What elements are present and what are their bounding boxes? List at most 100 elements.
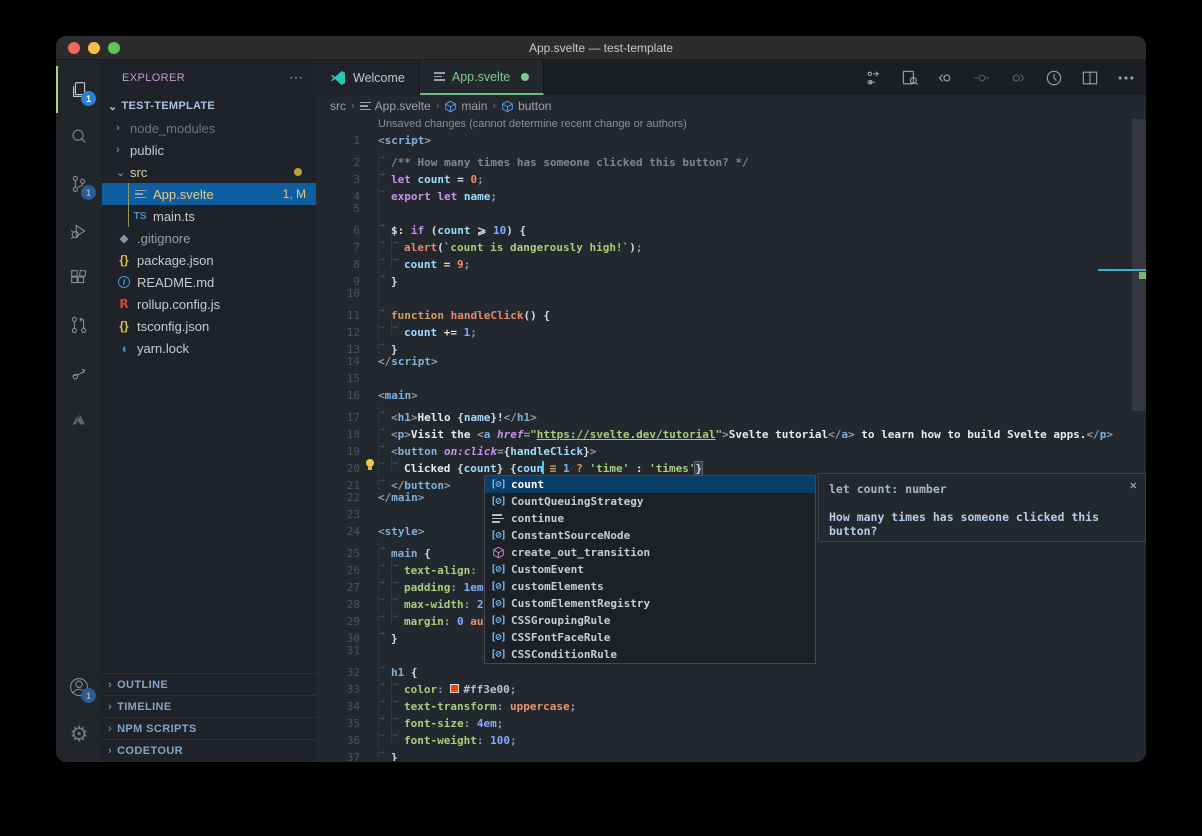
code-line-19[interactable]: 19→<button on:click={handleClick}> — [316, 438, 1146, 455]
suggestion-create_out_transition[interactable]: create_out_transition — [485, 544, 815, 561]
breadcrumb-item-main[interactable]: main — [444, 99, 487, 113]
code-line-12[interactable]: 12→→count += 1; — [316, 319, 1146, 336]
file-label: main.ts — [153, 209, 195, 224]
code-line-35[interactable]: 35→→font-size: 4em; — [316, 710, 1146, 727]
code-line-5[interactable]: 5 — [316, 200, 1146, 217]
editor-scrollbar[interactable] — [1132, 117, 1146, 761]
accounts-badge: 1 — [81, 688, 96, 703]
code-line-20[interactable]: 20→→Clicked {count} {coun ≡ 1 ? 'time' :… — [316, 455, 1146, 472]
file-row-src[interactable]: ⌄src — [102, 161, 316, 183]
editor-actions — [864, 60, 1136, 95]
file-row-main-ts[interactable]: TSmain.ts — [102, 205, 316, 227]
open-preview-icon[interactable] — [900, 68, 920, 88]
section-npm-scripts[interactable]: ›NPM SCRIPTS — [102, 717, 316, 739]
code-line-14[interactable]: 14</script> — [316, 353, 1146, 370]
tab-welcome[interactable]: Welcome — [316, 60, 420, 95]
suggestion-continue[interactable]: continue — [485, 510, 815, 527]
next-change-icon[interactable] — [1008, 68, 1028, 88]
suggestion-label: CustomElementRegistry — [511, 597, 650, 610]
close-window-button[interactable] — [68, 42, 80, 54]
code-line-9[interactable]: 9→} — [316, 268, 1146, 285]
timeline-icon[interactable] — [1044, 68, 1064, 88]
file-row-yarn-lock[interactable]: ◖yarn.lock — [102, 337, 316, 359]
suggestion-countqueuingstrategy[interactable]: [⊘]CountQueuingStrategy — [485, 493, 815, 510]
github-pr-icon[interactable] — [56, 301, 102, 348]
code-line-36[interactable]: 36→→font-weight: 100; — [316, 727, 1146, 744]
suggestion-cssgroupingrule[interactable]: [⊘]CSSGroupingRule — [485, 612, 815, 629]
tab-app-svelte[interactable]: App.svelte — [420, 60, 544, 95]
code-line-15[interactable]: 15 — [316, 370, 1146, 387]
autocomplete-widget: [⊘]count[⊘]CountQueuingStrategycontinue[… — [484, 475, 816, 664]
minimize-window-button[interactable] — [88, 42, 100, 54]
file-row-tsconfig-json[interactable]: {}tsconfig.json — [102, 315, 316, 337]
code-line-4[interactable]: 4→export let name; — [316, 183, 1146, 200]
title-bar[interactable]: App.svelte — test-template — [56, 36, 1146, 60]
traffic-lights — [68, 42, 120, 54]
explorer-more-actions-icon[interactable]: ⋯ — [289, 69, 304, 86]
modified-dot-icon — [521, 73, 529, 81]
suggestion-label: ConstantSourceNode — [511, 529, 630, 542]
file-row-app-svelte[interactable]: App.svelte1, M — [102, 183, 316, 205]
code-line-33[interactable]: 33→→color: #ff3e00; — [316, 676, 1146, 693]
suggestion-customevent[interactable]: [⊘]CustomEvent — [485, 561, 815, 578]
suggestion-cssfontfacerule[interactable]: [⊘]CSSFontFaceRule — [485, 629, 815, 646]
run-debug-icon[interactable] — [56, 207, 102, 254]
file-row-package-json[interactable]: {}package.json — [102, 249, 316, 271]
file-label: App.svelte — [153, 187, 214, 202]
window-title: App.svelte — test-template — [529, 41, 673, 55]
search-icon[interactable] — [56, 113, 102, 160]
suggestion-customelementregistry[interactable]: [⊘]CustomElementRegistry — [485, 595, 815, 612]
go-back-icon[interactable] — [936, 68, 956, 88]
code-line-6[interactable]: 6→$: if (count ⩾ 10) { — [316, 217, 1146, 234]
file-row-rollup-config-js[interactable]: 𝗥rollup.config.js — [102, 293, 316, 315]
code-line-2[interactable]: 2→/** How many times has someone clicked… — [316, 149, 1146, 166]
code-line-18[interactable]: 18→<p>Visit the <a href="https://svelte.… — [316, 421, 1146, 438]
code-line-37[interactable]: 37→} — [316, 744, 1146, 761]
code-line-10[interactable]: 10 — [316, 285, 1146, 302]
zoom-window-button[interactable] — [108, 42, 120, 54]
code-line-11[interactable]: 11→function handleClick() { — [316, 302, 1146, 319]
more-actions-icon[interactable] — [1116, 68, 1136, 88]
code-line-13[interactable]: 13→} — [316, 336, 1146, 353]
suggestion-cssconditionrule[interactable]: [⊘]CSSConditionRule — [485, 646, 815, 663]
code-line-8[interactable]: 8→→count = 9; — [316, 251, 1146, 268]
code-line-3[interactable]: 3→let count = 0; — [316, 166, 1146, 183]
close-icon[interactable]: ✕ — [1130, 478, 1137, 492]
suggestion-count[interactable]: [⊘]count — [485, 476, 815, 493]
code-line-7[interactable]: 7→→alert(`count is dangerously high!`); — [316, 234, 1146, 251]
section-codetour[interactable]: ›CODETOUR — [102, 739, 316, 761]
section-timeline[interactable]: ›TIMELINE — [102, 695, 316, 717]
tree-root-test-template[interactable]: ⌄ TEST-TEMPLATE — [102, 95, 316, 117]
azure-icon[interactable] — [56, 395, 102, 442]
source-control-icon[interactable]: 1 — [56, 160, 102, 207]
code-line-17[interactable]: 17→<h1>Hello {name}!</h1> — [316, 404, 1146, 421]
extensions-icon[interactable] — [56, 254, 102, 301]
file-row-node-modules[interactable]: ›node_modules — [102, 117, 316, 139]
suggestion-constantsourcenode[interactable]: [⊘]ConstantSourceNode — [485, 527, 815, 544]
compare-changes-icon[interactable] — [864, 68, 884, 88]
explorer-title: EXPLORER — [122, 72, 185, 84]
suggestion-customelements[interactable]: [⊘]customElements — [485, 578, 815, 595]
section-outline[interactable]: ›OUTLINE — [102, 673, 316, 695]
code-line-1[interactable]: 1<script> — [316, 132, 1146, 149]
code-line-16[interactable]: 16<main> — [316, 387, 1146, 404]
code-editor[interactable]: Unsaved changes (cannot determine recent… — [316, 117, 1146, 761]
color-swatch[interactable] — [450, 684, 459, 693]
explorer-icon[interactable]: 1 — [56, 66, 102, 113]
breadcrumb-item-app-svelte[interactable]: App.svelte — [360, 99, 431, 113]
accounts-icon[interactable]: 1 — [56, 663, 102, 710]
settings-icon[interactable]: ⚙ — [56, 710, 102, 757]
code-line-34[interactable]: 34→→text-transform: uppercase; — [316, 693, 1146, 710]
chevron-right-icon: › — [108, 745, 112, 757]
file-row-readme-md[interactable]: iREADME.md — [102, 271, 316, 293]
prev-change-icon[interactable] — [972, 68, 992, 88]
live-share-icon[interactable] — [56, 348, 102, 395]
breadcrumb[interactable]: src›App.svelte›main›button — [316, 95, 1146, 117]
scrollbar-thumb[interactable] — [1132, 119, 1146, 411]
breadcrumb-item-src[interactable]: src — [330, 99, 346, 113]
file-row--gitignore[interactable]: ◆.gitignore — [102, 227, 316, 249]
split-editor-icon[interactable] — [1080, 68, 1100, 88]
breadcrumb-item-button[interactable]: button — [501, 99, 551, 113]
file-row-public[interactable]: ›public — [102, 139, 316, 161]
file-label: node_modules — [130, 121, 215, 136]
